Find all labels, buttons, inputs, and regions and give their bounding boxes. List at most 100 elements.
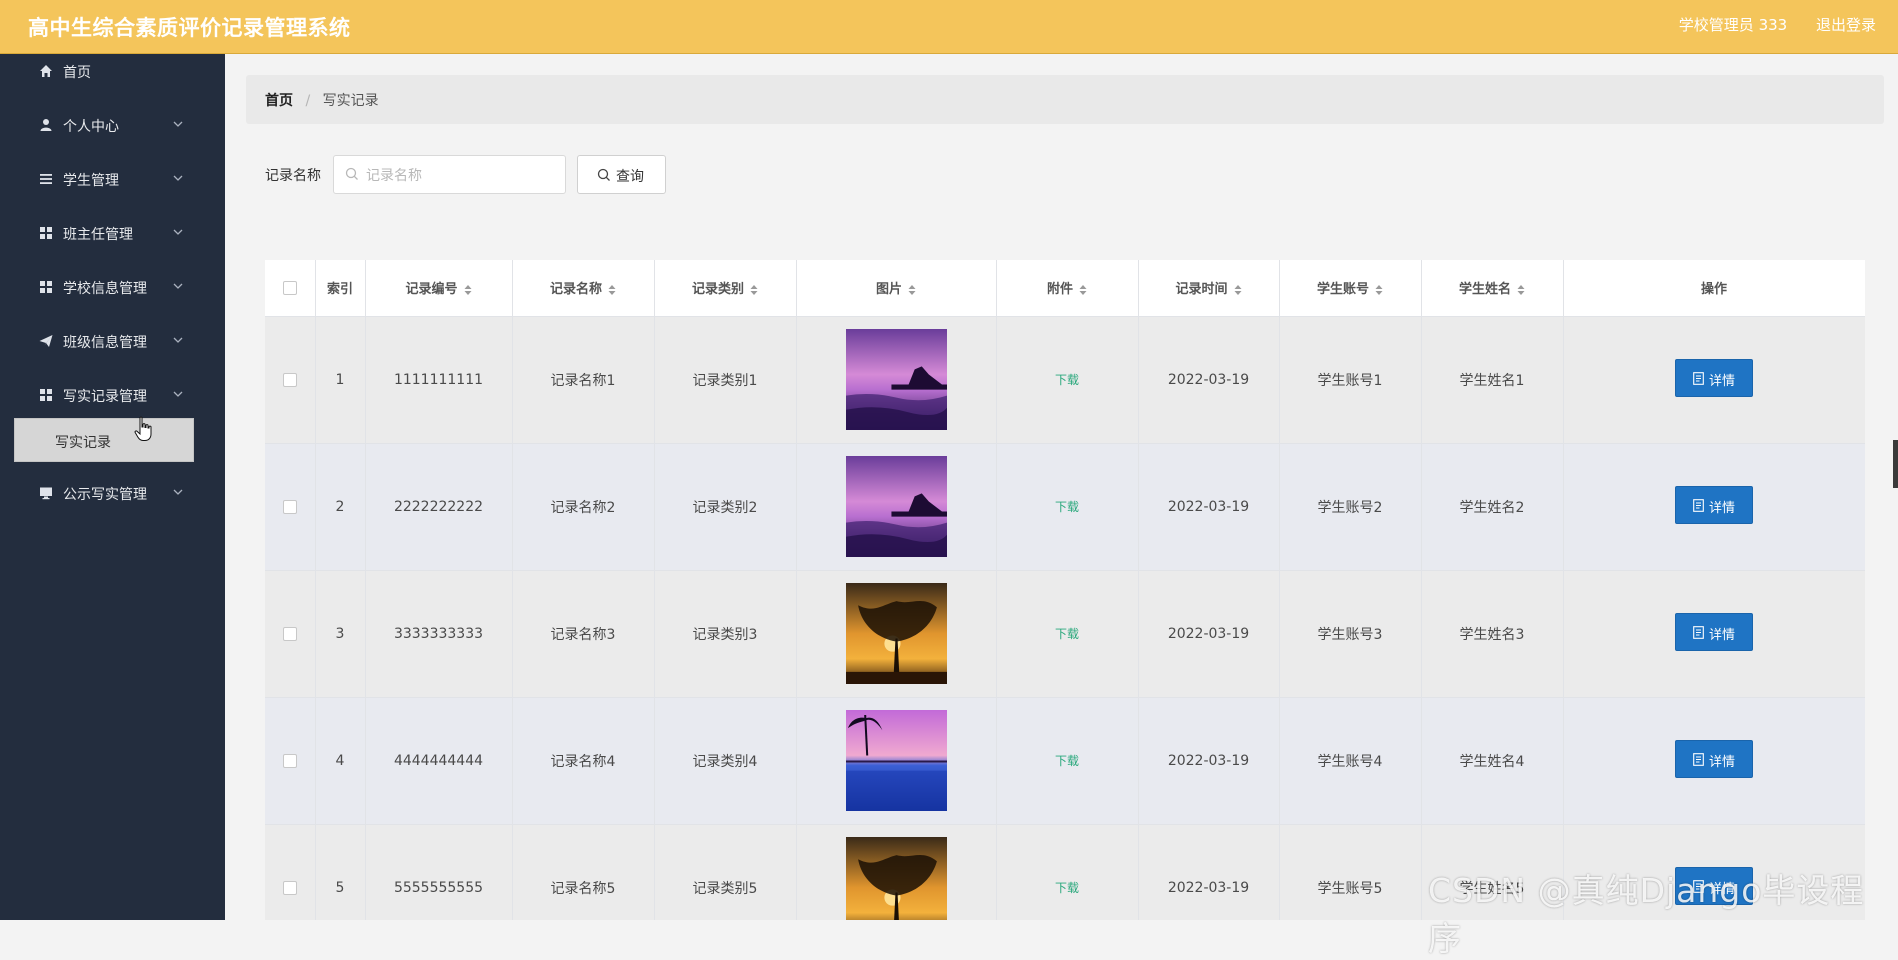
col-header-label: 学生账号 bbox=[1316, 282, 1369, 298]
chevron-down-icon bbox=[173, 229, 183, 235]
app-title: 高中生综合素质评价记录管理系统 bbox=[28, 16, 351, 40]
sidebar-item-1[interactable]: 个人中心 bbox=[0, 111, 225, 141]
record-image[interactable] bbox=[845, 710, 947, 811]
download-link[interactable]: 下载 bbox=[1055, 373, 1079, 387]
row-checkbox[interactable] bbox=[282, 372, 297, 387]
record-image[interactable] bbox=[845, 456, 947, 557]
detail-button[interactable]: 详情 bbox=[1675, 358, 1753, 397]
col-header-label: 记录名称 bbox=[549, 282, 602, 298]
cell-attachment: 下载 bbox=[996, 443, 1139, 571]
grid-icon bbox=[40, 281, 52, 293]
sort-icon[interactable] bbox=[750, 284, 758, 296]
col-header-name[interactable]: 记录名称 bbox=[512, 260, 655, 317]
cell-image bbox=[796, 824, 997, 920]
cell-student: 学生姓名3 bbox=[1421, 570, 1564, 698]
col-header-label: 记录编号 bbox=[405, 282, 458, 298]
cell-record-no: 5555555555 bbox=[365, 824, 513, 920]
sidebar-item-4[interactable]: 学校信息管理 bbox=[0, 273, 225, 303]
col-header-category[interactable]: 记录类别 bbox=[654, 260, 797, 317]
sidebar-item-label: 公示写实管理 bbox=[63, 487, 147, 503]
sort-icon[interactable] bbox=[1234, 284, 1242, 296]
sidebar-item-label: 首页 bbox=[63, 65, 91, 81]
sort-icon[interactable] bbox=[1375, 284, 1383, 296]
sidebar-item-5[interactable]: 班级信息管理 bbox=[0, 327, 225, 357]
cell-index: 4 bbox=[315, 697, 366, 825]
cell-time: 2022-03-19 bbox=[1138, 316, 1280, 444]
breadcrumb-current: 写实记录 bbox=[322, 93, 379, 109]
sort-icon[interactable] bbox=[1079, 284, 1087, 296]
list-icon bbox=[40, 174, 52, 184]
chevron-down-icon bbox=[173, 391, 183, 397]
sort-icon[interactable] bbox=[608, 284, 616, 296]
sidebar-item-3[interactable]: 班主任管理 bbox=[0, 219, 225, 249]
cell-name: 记录名称3 bbox=[512, 570, 655, 698]
sidebar-item-6[interactable]: 写实记录管理 bbox=[0, 381, 225, 411]
record-image[interactable] bbox=[845, 329, 947, 430]
submenu-item-records[interactable]: 写实记录 bbox=[14, 418, 194, 462]
breadcrumb-home[interactable]: 首页 bbox=[265, 93, 293, 109]
col-header-label: 图片 bbox=[875, 282, 902, 298]
row-checkbox[interactable] bbox=[282, 499, 297, 514]
record-image[interactable] bbox=[845, 837, 947, 920]
col-header-record-no[interactable]: 记录编号 bbox=[365, 260, 513, 317]
cell-time: 2022-03-19 bbox=[1138, 697, 1280, 825]
download-link[interactable]: 下载 bbox=[1055, 754, 1079, 768]
row-checkbox[interactable] bbox=[282, 626, 297, 641]
sidebar-item-2[interactable]: 学生管理 bbox=[0, 165, 225, 195]
submenu-item-label: 写实记录 bbox=[55, 435, 111, 451]
col-header-image[interactable]: 图片 bbox=[796, 260, 997, 317]
query-button[interactable]: 查询 bbox=[577, 155, 666, 194]
breadcrumb: 首页 / 写实记录 bbox=[265, 90, 379, 110]
record-image[interactable] bbox=[845, 583, 947, 684]
col-header-label: 记录类别 bbox=[691, 282, 744, 298]
cell-index: 1 bbox=[315, 316, 366, 444]
cell-actions: 详情 bbox=[1563, 316, 1865, 444]
search-input[interactable] bbox=[364, 164, 563, 188]
monitor-icon bbox=[40, 487, 52, 500]
col-header-time[interactable]: 记录时间 bbox=[1138, 260, 1280, 317]
sidebar-item-7[interactable]: 公示写实管理 bbox=[0, 479, 225, 509]
cell-actions: 详情 bbox=[1563, 570, 1865, 698]
detail-button[interactable]: 详情 bbox=[1675, 612, 1753, 651]
download-link[interactable]: 下载 bbox=[1055, 881, 1079, 895]
scrollbar-handle[interactable] bbox=[1893, 440, 1898, 488]
col-header-attachment[interactable]: 附件 bbox=[996, 260, 1139, 317]
row-checkbox-cell bbox=[265, 697, 316, 825]
row-checkbox[interactable] bbox=[282, 753, 297, 768]
search-input-wrapper bbox=[333, 155, 566, 194]
sort-icon[interactable] bbox=[464, 284, 472, 296]
watermark: CSDN @真纯Django毕设程序 bbox=[1428, 871, 1865, 958]
cell-time: 2022-03-19 bbox=[1138, 570, 1280, 698]
col-header-student[interactable]: 学生姓名 bbox=[1421, 260, 1564, 317]
cell-account: 学生账号2 bbox=[1279, 443, 1422, 571]
cell-time: 2022-03-19 bbox=[1138, 443, 1280, 571]
col-header-account[interactable]: 学生账号 bbox=[1279, 260, 1422, 317]
sidebar-item-0[interactable]: 首页 bbox=[0, 57, 225, 87]
col-header-label: 附件 bbox=[1046, 282, 1073, 298]
detail-button[interactable]: 详情 bbox=[1675, 739, 1753, 778]
sidebar: 首页个人中心学生管理班主任管理学校信息管理 班级信息管理 写实记录管理公示写实管理 bbox=[0, 54, 225, 920]
cell-image bbox=[796, 443, 997, 571]
detail-button[interactable]: 详情 bbox=[1675, 485, 1753, 524]
row-checkbox[interactable] bbox=[282, 880, 297, 895]
logout-link[interactable]: 退出登录 bbox=[1816, 16, 1876, 34]
cell-student: 学生姓名2 bbox=[1421, 443, 1564, 571]
download-link[interactable]: 下载 bbox=[1055, 627, 1079, 641]
row-checkbox-cell bbox=[265, 443, 316, 571]
cell-image bbox=[796, 570, 997, 698]
detail-button-label: 详情 bbox=[1709, 500, 1736, 516]
detail-button-label: 详情 bbox=[1709, 373, 1736, 389]
document-icon bbox=[1693, 625, 1704, 639]
cell-account: 学生账号4 bbox=[1279, 697, 1422, 825]
select-all-checkbox[interactable] bbox=[282, 280, 297, 295]
download-link[interactable]: 下载 bbox=[1055, 500, 1079, 514]
chevron-down-icon bbox=[173, 489, 183, 495]
cell-attachment: 下载 bbox=[996, 824, 1139, 920]
sort-icon[interactable] bbox=[908, 284, 916, 296]
row-checkbox-cell bbox=[265, 570, 316, 698]
query-button-label: 查询 bbox=[616, 169, 644, 185]
chevron-down-icon bbox=[173, 175, 183, 181]
cell-attachment: 下载 bbox=[996, 316, 1139, 444]
sort-icon[interactable] bbox=[1517, 284, 1525, 296]
row-checkbox-cell bbox=[265, 316, 316, 444]
